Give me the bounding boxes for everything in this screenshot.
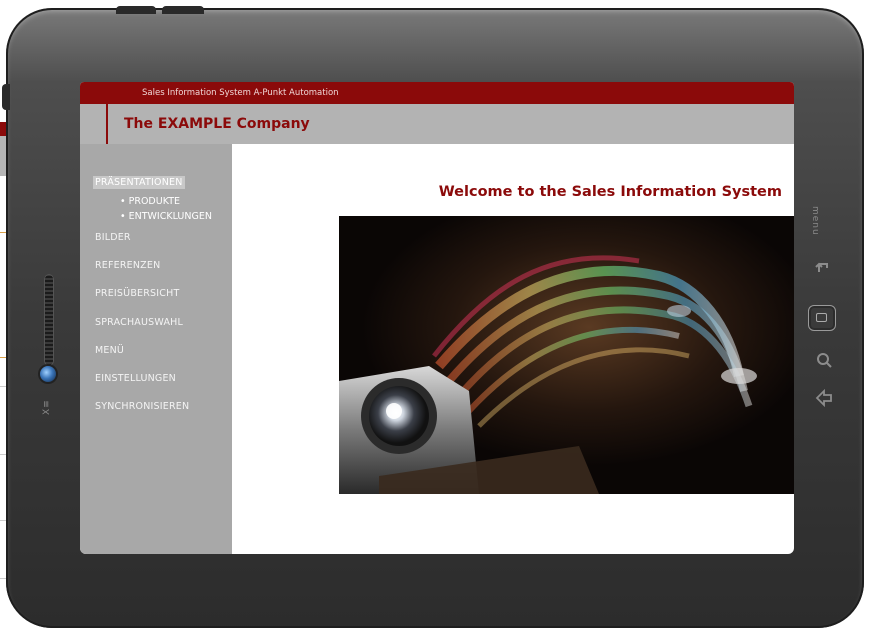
sidebar-subitem-entwicklungen[interactable]: • ENTWICKLUNGEN	[120, 211, 212, 222]
volume-button[interactable]	[162, 6, 204, 14]
back-arrow-icon[interactable]	[812, 256, 836, 280]
speaker-grille	[44, 274, 54, 366]
sidebar-nav: PRÄSENTATIONEN • PRODUKTE • ENTWICKLUNGE…	[80, 144, 232, 554]
sidebar-item-referenzen[interactable]: REFERENZEN	[95, 260, 160, 271]
sidebar-item-sprachauswahl[interactable]: SPRACHAUSWAHL	[95, 317, 183, 328]
sidebar-subitem-produkte[interactable]: • PRODUKTE	[120, 196, 180, 207]
header-accent-line	[106, 104, 108, 144]
camera-lens	[40, 366, 56, 382]
menu-hardware-label: menu	[810, 206, 820, 236]
sidebar-item-synchronisieren[interactable]: SYNCHRONISIEREN	[95, 401, 189, 412]
system-title-bar: Sales Information System A-Punkt Automat…	[80, 82, 794, 104]
app-screen: Sales Information System A-Punkt Automat…	[80, 82, 794, 554]
side-button[interactable]	[2, 84, 10, 110]
home-button-icon[interactable]	[808, 305, 836, 331]
sidebar-item-menue[interactable]: MENÜ	[95, 345, 124, 356]
search-icon[interactable]	[812, 348, 836, 372]
device-brand-label: X≡	[42, 399, 52, 415]
company-name: The EXAMPLE Company	[124, 116, 310, 132]
company-header: The EXAMPLE Company	[80, 104, 794, 144]
power-button[interactable]	[116, 6, 156, 14]
sidebar-item-preisuebersicht[interactable]: PREISÜBERSICHT	[95, 288, 179, 299]
nav-back-icon[interactable]	[812, 386, 836, 410]
welcome-heading: Welcome to the Sales Information System	[438, 184, 782, 200]
sidebar-item-praesentationen[interactable]: PRÄSENTATIONEN	[93, 176, 185, 189]
sidebar-item-bilder[interactable]: BILDER	[95, 232, 131, 243]
sidebar-item-einstellungen[interactable]: EINSTELLUNGEN	[95, 373, 176, 384]
hero-image	[339, 216, 794, 494]
system-title: Sales Information System A-Punkt Automat…	[142, 88, 339, 98]
